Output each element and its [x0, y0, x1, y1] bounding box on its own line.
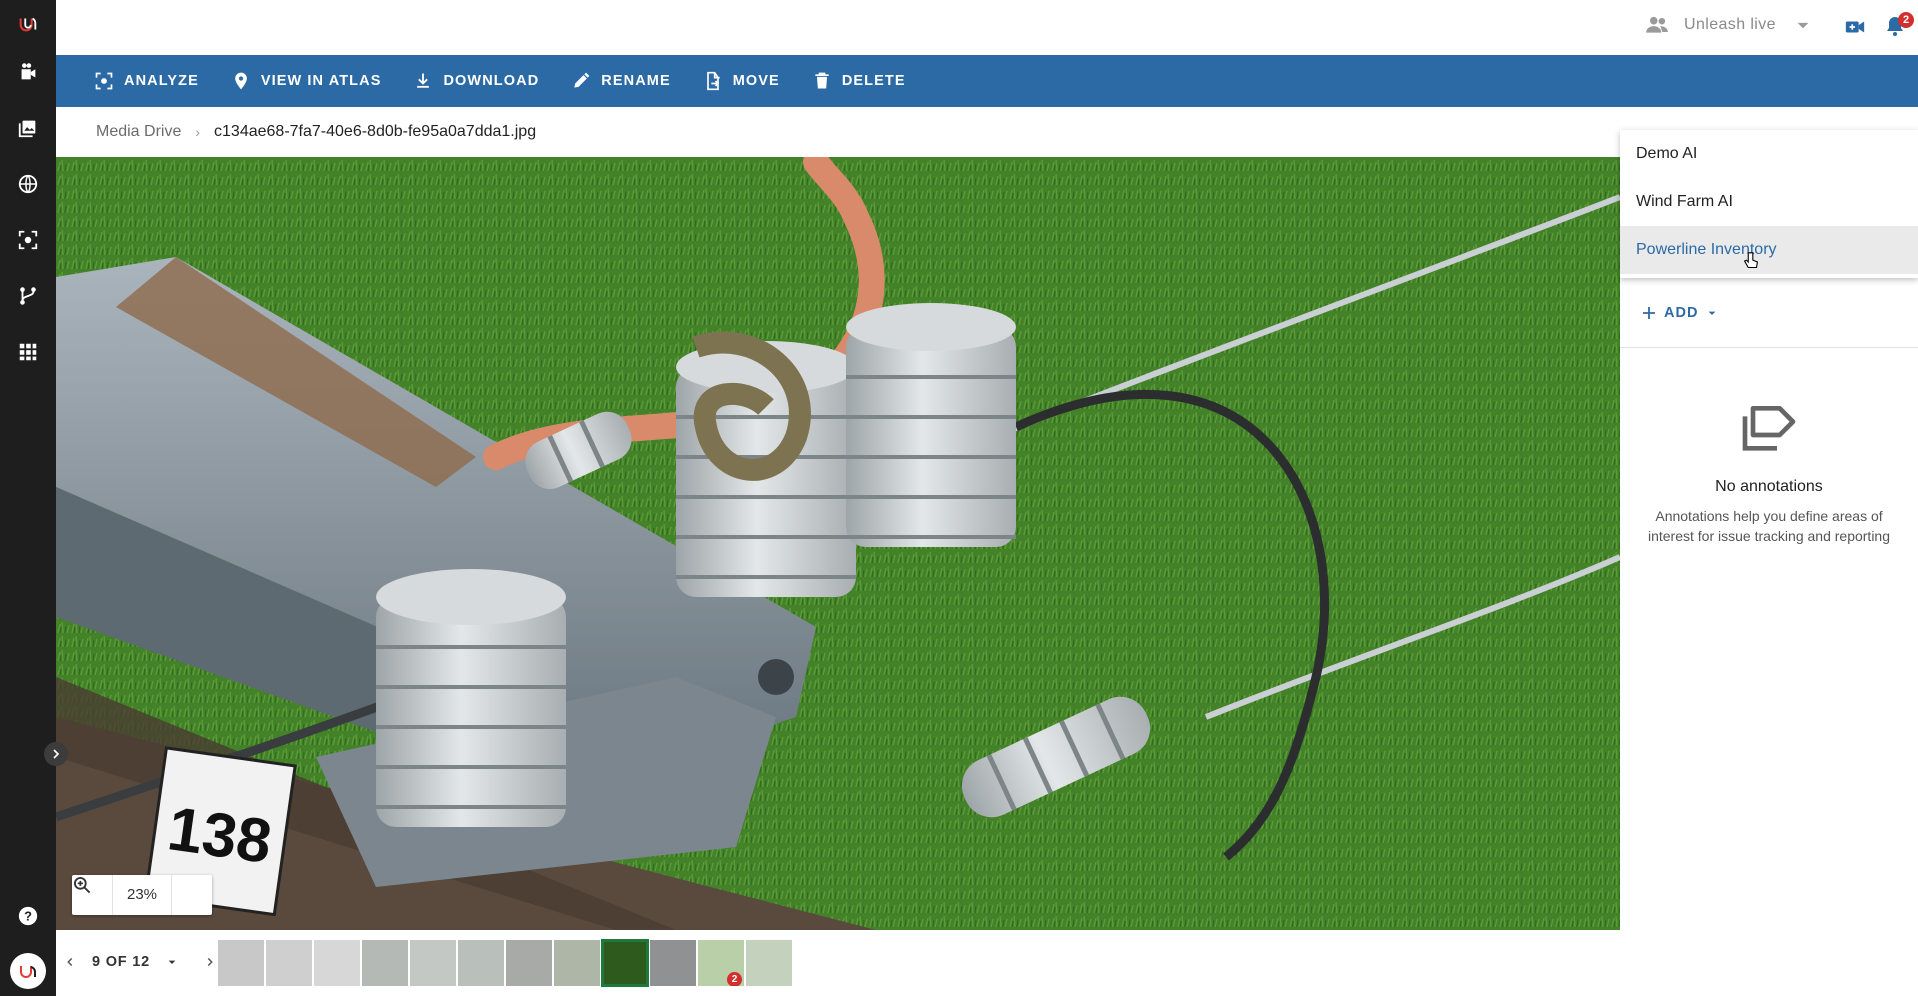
- media-action-toolbar: ANALYZE VIEW IN ATLAS DOWNLOAD RENAME MO…: [56, 55, 1918, 107]
- breadcrumb-separator: ›: [195, 124, 201, 140]
- delete-label: DELETE: [841, 73, 906, 89]
- ai-model-dropdown: Demo AI Wind Farm AI Powerline Inventory: [1620, 130, 1918, 278]
- thumbnail-12[interactable]: [745, 939, 793, 987]
- thumbnail-11[interactable]: 2: [697, 939, 745, 987]
- delete-button[interactable]: DELETE: [798, 55, 924, 107]
- plus-icon: [1643, 306, 1655, 319]
- page-selector[interactable]: 9 OF 12: [92, 948, 180, 976]
- caret-down-icon: [1797, 22, 1809, 29]
- analytics-icon[interactable]: [10, 222, 46, 258]
- ai-model-option[interactable]: Demo AI: [1620, 130, 1918, 178]
- thumbnail-7[interactable]: [505, 939, 553, 987]
- caret-down-icon: [1709, 311, 1716, 315]
- thumbnail-6[interactable]: [457, 939, 505, 987]
- user-avatar[interactable]: [10, 953, 46, 989]
- thumbnail-8[interactable]: [553, 939, 601, 987]
- pole-number-sign: 138: [164, 794, 276, 877]
- thumbnail-5[interactable]: [409, 939, 457, 987]
- rename-button[interactable]: RENAME: [557, 55, 688, 107]
- atlas-globe-icon[interactable]: [10, 166, 46, 202]
- empty-state-title: No annotations: [1715, 478, 1823, 495]
- thumbnail-4[interactable]: [361, 939, 409, 987]
- move-file-icon: [706, 71, 720, 91]
- move-label: MOVE: [732, 73, 780, 89]
- thumbnail-10[interactable]: [649, 939, 697, 987]
- view-in-atlas-button[interactable]: VIEW IN ATLAS: [217, 55, 400, 107]
- chevron-left-icon: [67, 957, 73, 967]
- ai-model-option[interactable]: Powerline Inventory: [1620, 226, 1918, 274]
- thumbnail-strip: 9 OF 12 2: [56, 930, 1620, 996]
- zoom-in-icon: [74, 877, 91, 894]
- zoom-level: 23%: [112, 875, 172, 915]
- zoom-control: 23%: [72, 875, 212, 915]
- thumbnail-list: 2: [217, 939, 793, 987]
- pointer-cursor-icon: [1743, 252, 1759, 269]
- left-nav-rail: ?: [0, 0, 56, 996]
- move-button[interactable]: MOVE: [689, 55, 798, 107]
- media-drive-icon[interactable]: [10, 110, 46, 146]
- map-pin-icon: [235, 72, 247, 90]
- image-viewer[interactable]: 138 23%: [56, 157, 1620, 930]
- analyze-button[interactable]: ANALYZE: [80, 55, 217, 107]
- ai-model-option[interactable]: Wind Farm AI: [1620, 178, 1918, 226]
- empty-state-description: Annotations help you define areas of int…: [1647, 508, 1890, 544]
- download-label: DOWNLOAD: [443, 73, 540, 89]
- video-call-button[interactable]: [1839, 11, 1871, 43]
- chevron-right-icon: [53, 749, 60, 759]
- powerline-photo: 138: [56, 157, 1620, 930]
- unleash-logo-icon[interactable]: [10, 6, 46, 42]
- svg-text:?: ?: [24, 909, 32, 924]
- empty-annotations-state: No annotations Annotations help you defi…: [1620, 395, 1918, 546]
- trash-icon: [815, 72, 829, 89]
- app-root: ? Unleash live 2 ANALYZE VIEW IN ATLAS D…: [0, 0, 1918, 996]
- view-in-atlas-label: VIEW IN ATLAS: [260, 73, 382, 89]
- apps-grid-icon[interactable]: [10, 334, 46, 370]
- download-button[interactable]: DOWNLOAD: [399, 55, 557, 107]
- workflow-icon[interactable]: [10, 278, 46, 314]
- zoom-in-button[interactable]: [74, 875, 212, 915]
- account-switcher[interactable]: Unleash live: [1644, 10, 1816, 40]
- thumbnail-3[interactable]: [313, 939, 361, 987]
- add-annotation-button[interactable]: ADD: [1620, 278, 1918, 348]
- thumbnail-1[interactable]: [217, 939, 265, 987]
- thumbnail-2[interactable]: [265, 939, 313, 987]
- analyze-label: ANALYZE: [124, 73, 199, 89]
- download-icon: [417, 73, 430, 88]
- caret-down-icon: [168, 960, 176, 964]
- video-add-icon: [1845, 21, 1865, 33]
- notification-count-badge: 2: [1898, 12, 1914, 28]
- help-icon[interactable]: ?: [10, 898, 46, 934]
- expand-sidebar-button[interactable]: [44, 742, 68, 766]
- thumbnail-9[interactable]: [601, 939, 649, 987]
- notifications-button[interactable]: 2: [1879, 10, 1914, 42]
- pencil-icon: [574, 72, 590, 88]
- thumbnail-annotation-badge: 2: [727, 972, 742, 986]
- live-stream-icon[interactable]: [10, 54, 46, 90]
- page-indicator: 9 OF 12: [92, 954, 150, 970]
- breadcrumb-file-name: c134ae68-7fa7-40e6-8d0b-fe95a0a7dda1.jpg: [214, 123, 537, 140]
- annotation-tag-icon: [1742, 406, 1796, 451]
- chevron-right-icon: [207, 957, 213, 967]
- previous-image-button[interactable]: [60, 948, 80, 976]
- rename-label: RENAME: [601, 73, 671, 89]
- group-icon: [1646, 16, 1668, 33]
- breadcrumb: Media Drive › c134ae68-7fa7-40e6-8d0b-fe…: [56, 107, 1618, 157]
- top-bar: Unleash live 2: [56, 0, 1918, 55]
- analyze-icon: [95, 72, 113, 90]
- annotations-panel: Demo AI Wind Farm AI Powerline Inventory A…: [1620, 130, 1918, 996]
- breadcrumb-media-drive[interactable]: Media Drive: [96, 123, 181, 141]
- account-name: Unleash live: [1684, 16, 1776, 33]
- add-label: ADD: [1664, 304, 1699, 321]
